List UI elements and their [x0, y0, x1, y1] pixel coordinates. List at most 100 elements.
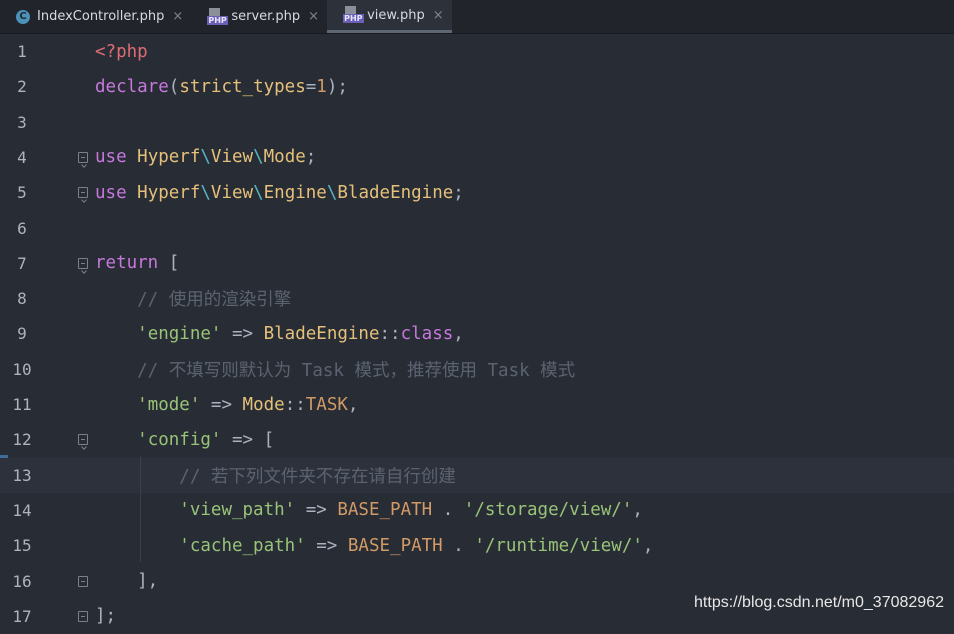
code-line[interactable]: 11 'mode' => Mode::TASK, [0, 387, 954, 422]
code-token: . [442, 535, 475, 556]
watermark-text: https://blog.csdn.net/m0_37082962 [694, 594, 944, 611]
code-token: // 若下列文件夹不存在请自行创建 [95, 466, 456, 487]
line-number: 13 [12, 465, 32, 485]
editor-tab-bar: C IndexController.php × PHP server.php ×… [0, 0, 954, 34]
code-line[interactable]: 1 <?php [0, 34, 954, 69]
code-token: 'mode' [137, 394, 201, 415]
line-number: 14 [12, 500, 32, 520]
code-token: use [95, 182, 138, 203]
code-text: 'cache_path' => BASE_PATH . '/runtime/vi… [95, 536, 653, 556]
code-token: class [400, 323, 454, 344]
line-number: 17 [12, 606, 32, 626]
code-editor[interactable]: 1 <?php 2 declare(strict_types=1); 3 4 use Hyp… [0, 34, 954, 626]
code-line[interactable]: 4 use Hyperf\View\Mode; [0, 140, 954, 175]
code-token: \ [253, 147, 264, 168]
code-token: 'engine' [137, 323, 222, 344]
tab-label: view.php [367, 7, 425, 23]
code-token: :: [284, 394, 306, 415]
code-token: View [210, 182, 254, 203]
code-token: \ [253, 182, 264, 203]
code-token: 'view_path' [179, 500, 296, 521]
close-icon[interactable]: × [433, 8, 444, 23]
code-text: ], [95, 571, 158, 591]
code-line[interactable]: 9 'engine' => BladeEngine::class, [0, 316, 954, 351]
php-file-icon: PHP [207, 7, 228, 25]
line-number: 1 [17, 42, 27, 61]
tab-indexcontroller[interactable]: C IndexController.php × [0, 0, 191, 33]
line-number: 6 [17, 218, 27, 238]
code-token: ; [305, 147, 317, 168]
code-token: <?php [95, 41, 148, 62]
code-token: Hyperf [137, 182, 201, 203]
code-text: use Hyperf\View\Mode; [95, 147, 316, 167]
indent-guide [140, 456, 141, 562]
code-text: // 若下列文件夹不存在请自行创建 [95, 463, 456, 488]
close-icon[interactable]: × [172, 9, 183, 24]
tab-label: server.php [231, 9, 301, 24]
code-text: 'view_path' => BASE_PATH . '/storage/vie… [95, 500, 643, 520]
line-number: 7 [17, 253, 27, 273]
line-number: 4 [17, 147, 27, 167]
code-text: declare(strict_types=1); [95, 77, 348, 97]
line-number: 8 [17, 289, 27, 309]
code-token: Mode [263, 147, 306, 168]
close-icon[interactable]: × [308, 9, 319, 24]
tab-view[interactable]: PHP view.php × [327, 0, 452, 33]
code-line[interactable]: 10 // 不填写则默认为 Task 模式，推荐使用 Task 模式 [0, 352, 954, 387]
code-token: \ [200, 182, 211, 203]
fold-toggle-icon[interactable] [78, 610, 88, 622]
fold-toggle-icon[interactable] [78, 187, 88, 199]
code-token: Engine [263, 182, 327, 203]
php-file-icon: PHP [343, 6, 364, 23]
code-line[interactable]: 2 declare(strict_types=1); [0, 69, 954, 104]
code-line[interactable]: 3 [0, 105, 954, 140]
code-text: 'engine' => BladeEngine::class, [95, 324, 464, 344]
code-line[interactable]: 6 [0, 211, 954, 246]
line-number: 11 [12, 395, 32, 414]
code-token: , [642, 535, 654, 556]
code-token: Hyperf [137, 147, 201, 168]
code-token: BASE_PATH [347, 535, 443, 556]
code-line[interactable]: 13 // 若下列文件夹不存在请自行创建 [0, 457, 954, 493]
fold-toggle-icon[interactable] [78, 257, 88, 269]
code-token: // 使用的渲染引擎 [95, 290, 292, 311]
line-number: 16 [12, 571, 32, 591]
code-token: strict_types [179, 76, 306, 97]
code-token: => [305, 535, 348, 556]
fold-toggle-icon[interactable] [78, 434, 88, 446]
code-token: ( [168, 76, 180, 97]
code-token: ; [453, 182, 464, 203]
code-token: '/runtime/view/' [474, 535, 643, 556]
code-token: return [95, 253, 169, 274]
tab-server[interactable]: PHP server.php × [191, 0, 327, 33]
code-token: // 不填写则默认为 Task 模式，推荐使用 Task 模式 [95, 360, 576, 381]
code-line[interactable]: 7 return [ [0, 246, 954, 281]
fold-toggle-icon[interactable] [78, 151, 88, 163]
code-line[interactable]: 12 'config' => [ [0, 422, 954, 457]
code-token: => [295, 500, 338, 521]
code-line[interactable]: 15 'cache_path' => BASE_PATH . '/runtime… [0, 528, 954, 563]
code-text: // 不填写则默认为 Task 模式，推荐使用 Task 模式 [95, 357, 575, 382]
code-token: 1 [316, 76, 327, 97]
fold-toggle-icon[interactable] [78, 575, 88, 587]
code-token: Mode [242, 394, 285, 415]
code-line[interactable]: 8 // 使用的渲染引擎 [0, 281, 954, 316]
code-line[interactable]: 5 use Hyperf\View\Engine\BladeEngine; [0, 175, 954, 210]
code-token: ], [95, 571, 159, 591]
code-text: use Hyperf\View\Engine\BladeEngine; [95, 183, 464, 203]
line-number: 2 [17, 77, 27, 97]
line-number: 9 [17, 324, 27, 344]
code-token: [ [168, 253, 180, 274]
code-line[interactable]: 14 'view_path' => BASE_PATH . '/storage/… [0, 493, 954, 528]
line-number: 5 [17, 183, 27, 203]
line-number: 12 [12, 430, 32, 450]
code-token: BladeEngine [337, 182, 454, 203]
code-token: BladeEngine [263, 323, 380, 344]
class-c-icon: C [16, 9, 30, 24]
code-text: 'config' => [ [95, 430, 274, 450]
